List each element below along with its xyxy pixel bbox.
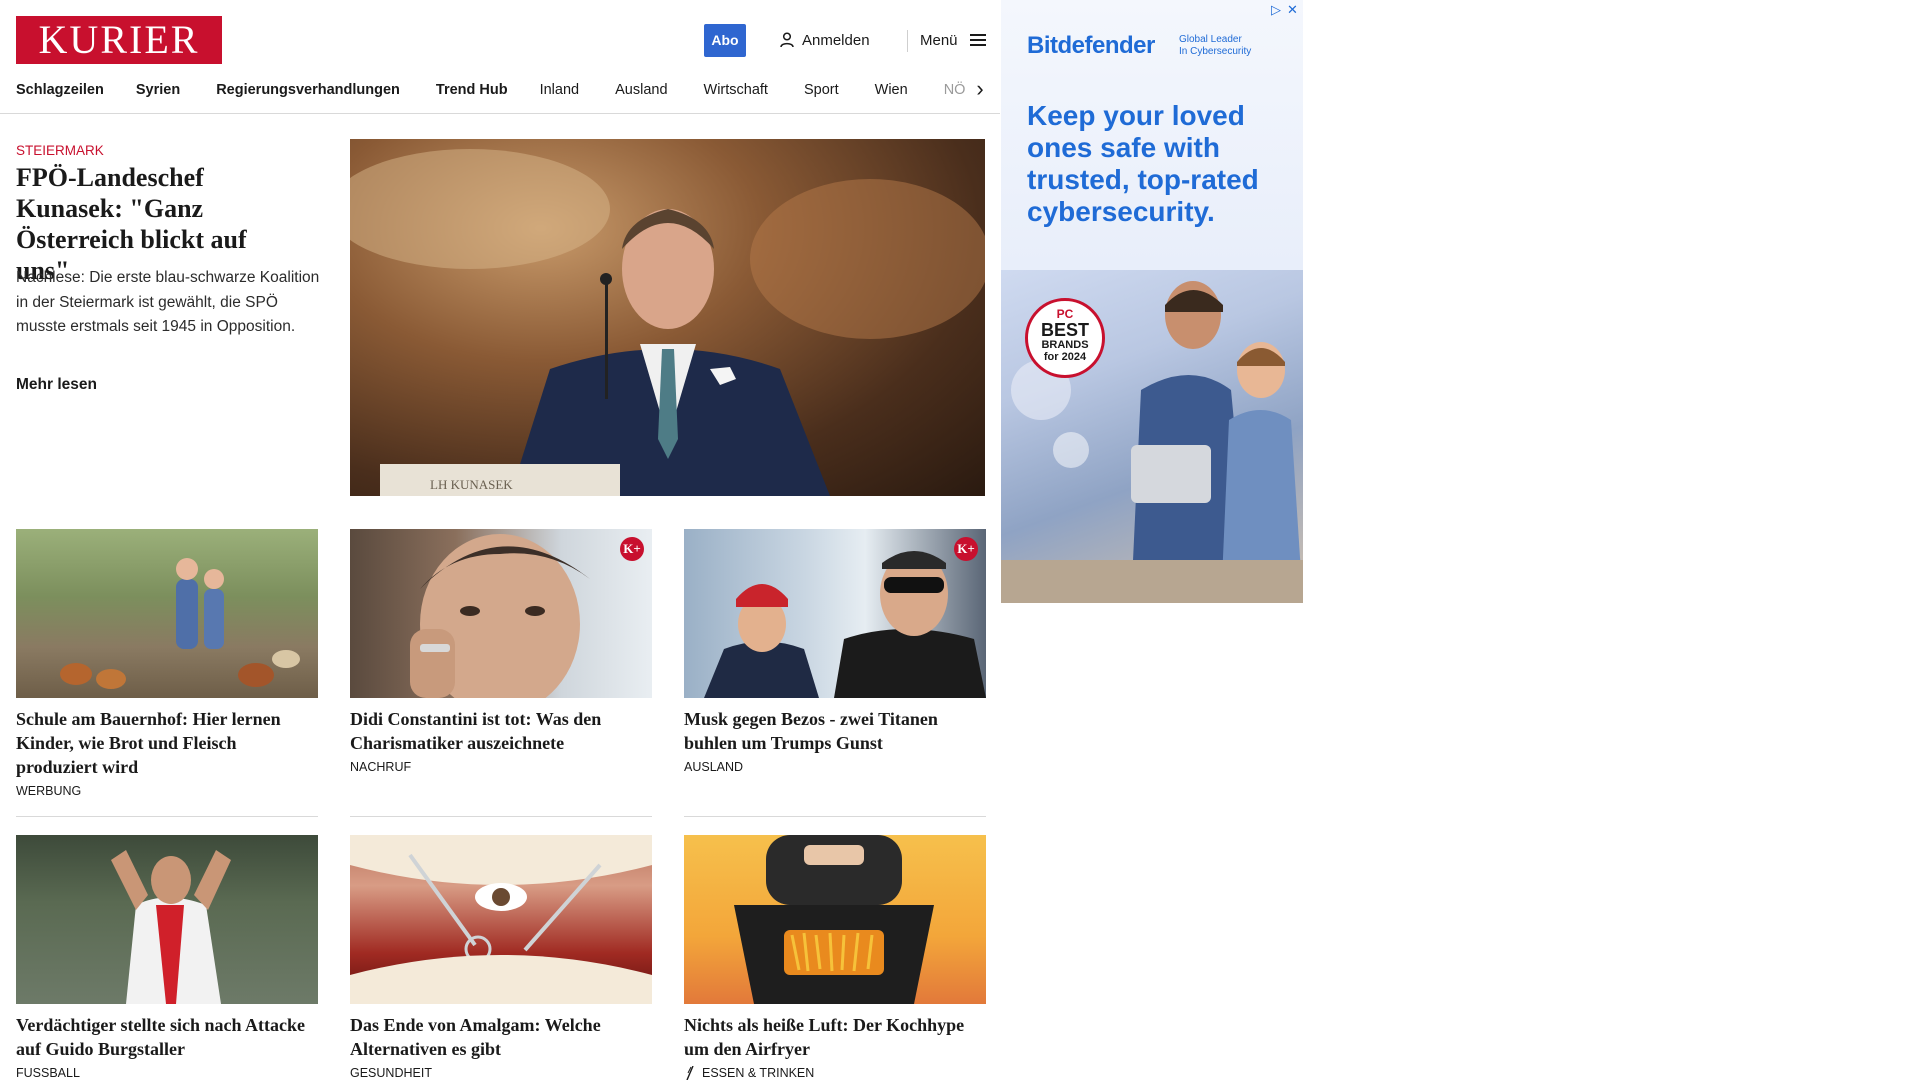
article-image[interactable] bbox=[350, 835, 652, 1004]
nav-item-noe[interactable]: NÖ bbox=[944, 82, 966, 98]
nav-item-sport[interactable]: Sport bbox=[804, 82, 839, 98]
advertisement[interactable]: ▷✕ Bitdefender Global Leader In Cybersec… bbox=[1001, 0, 1303, 603]
article-image[interactable] bbox=[16, 529, 318, 698]
ad-tagline-line: In Cybersecurity bbox=[1179, 46, 1252, 57]
ad-headline[interactable]: Keep your loved ones safe with trusted, … bbox=[1027, 100, 1287, 228]
category-label: WERBUNG bbox=[16, 784, 82, 798]
ad-tagline: Global Leader In Cybersecurity bbox=[1179, 34, 1251, 58]
site-header: KURIER Abo Anmelden Menü Schlagzeilen Sy… bbox=[0, 0, 1000, 114]
plus-badge: K+ bbox=[954, 537, 978, 561]
badge-year: for 2024 bbox=[1043, 351, 1087, 363]
article-card[interactable]: Schule am Bauernhof: Hier lernen Kinder,… bbox=[16, 529, 318, 798]
article-card[interactable]: Verdächtiger stellte sich nach Attacke a… bbox=[16, 835, 318, 1080]
row-divider bbox=[350, 816, 652, 817]
article-title[interactable]: Nichts als heiße Luft: Der Kochhype um d… bbox=[684, 1013, 986, 1061]
article-image[interactable] bbox=[684, 835, 986, 1004]
farm-illustration bbox=[60, 558, 300, 689]
nav-item-wirtschaft[interactable]: Wirtschaft bbox=[704, 82, 768, 98]
nav-item-ausland[interactable]: Ausland bbox=[615, 82, 667, 98]
article-title[interactable]: Verdächtiger stellte sich nach Attacke a… bbox=[16, 1013, 318, 1061]
row-divider bbox=[16, 816, 318, 817]
hero-teaser: Nachlese: Die erste blau-schwarze Koalit… bbox=[16, 269, 320, 335]
read-more-link[interactable]: Mehr lesen bbox=[16, 376, 97, 394]
article-title[interactable]: Musk gegen Bezos - zwei Titanen buhlen u… bbox=[684, 707, 986, 755]
nav-item-inland[interactable]: Inland bbox=[540, 82, 580, 98]
row-divider bbox=[684, 816, 986, 817]
category-label: GESUNDHEIT bbox=[350, 1066, 432, 1080]
badge-pc: PC bbox=[1056, 307, 1074, 321]
article-category: AUSLAND bbox=[684, 760, 986, 774]
hero-photo-illustration: LH KUNASEK bbox=[350, 149, 985, 496]
nav-item-regierungsverhandlungen[interactable]: Regierungsverhandlungen bbox=[216, 82, 400, 98]
hamburger-icon bbox=[969, 34, 986, 46]
article-card[interactable]: K+ Musk gegen Bezos - zwei Titanen buhle… bbox=[684, 529, 986, 774]
plus-badge: K+ bbox=[620, 537, 644, 561]
article-image[interactable] bbox=[16, 835, 318, 1004]
football-illustration bbox=[111, 850, 231, 1004]
dental-illustration bbox=[350, 835, 652, 1004]
chevron-right-icon[interactable]: › bbox=[966, 76, 994, 102]
header-divider bbox=[907, 30, 908, 52]
nameplate-text: LH KUNASEK bbox=[430, 477, 513, 492]
article-image[interactable]: K+ bbox=[350, 529, 652, 698]
category-label: ESSEN & TRINKEN bbox=[702, 1066, 815, 1080]
badge-best: BEST bbox=[1040, 320, 1089, 340]
article-title[interactable]: Didi Constantini ist tot: Was den Charis… bbox=[350, 707, 652, 755]
category-label: AUSLAND bbox=[684, 760, 744, 774]
article-card[interactable]: Nichts als heiße Luft: Der Kochhype um d… bbox=[684, 835, 986, 1080]
close-icon[interactable]: ▷✕ bbox=[1271, 2, 1303, 18]
site-logo[interactable]: KURIER bbox=[16, 16, 222, 64]
ad-tagline-line: Global Leader bbox=[1179, 34, 1242, 45]
article-card[interactable]: Das Ende von Amalgam: Welche Alternative… bbox=[350, 835, 652, 1080]
menu-label: Menü bbox=[920, 31, 958, 49]
article-title[interactable]: Schule am Bauernhof: Hier lernen Kinder,… bbox=[16, 707, 318, 779]
login-button[interactable]: Anmelden bbox=[780, 30, 870, 50]
article-category: FUSSBALL bbox=[16, 1066, 318, 1080]
badge-brands: BRANDS bbox=[1041, 339, 1089, 351]
hero-image[interactable]: LH KUNASEK bbox=[350, 139, 985, 496]
best-brands-badge: PC BEST BRANDS for 2024 bbox=[1025, 298, 1105, 378]
login-label: Anmelden bbox=[802, 31, 870, 49]
article-category: GESUNDHEIT bbox=[350, 1066, 652, 1080]
category-label: NACHRUF bbox=[350, 760, 412, 774]
nav-item-syrien[interactable]: Syrien bbox=[136, 82, 180, 98]
category-label: FUSSBALL bbox=[16, 1066, 80, 1080]
ad-brand-logo[interactable]: Bitdefender bbox=[1027, 32, 1155, 60]
portrait-illustration bbox=[410, 534, 590, 698]
article-category: WERBUNG bbox=[16, 784, 318, 798]
article-title[interactable]: Das Ende von Amalgam: Welche Alternative… bbox=[350, 1013, 652, 1061]
nav-item-trend-hub[interactable]: Trend Hub bbox=[436, 82, 508, 98]
ad-image[interactable]: PC BEST BRANDS for 2024 bbox=[1001, 270, 1303, 603]
menu-button[interactable]: Menü bbox=[920, 30, 986, 50]
politicians-illustration bbox=[704, 551, 986, 698]
nav-item-schlagzeilen[interactable]: Schlagzeilen bbox=[16, 82, 104, 98]
nav-item-wien[interactable]: Wien bbox=[875, 82, 908, 98]
article-card[interactable]: K+ Didi Constantini ist tot: Was den Cha… bbox=[350, 529, 652, 774]
article-category: ESSEN & TRINKEN bbox=[684, 1066, 986, 1080]
user-icon bbox=[780, 32, 794, 48]
abo-button[interactable]: Abo bbox=[704, 24, 746, 57]
category-nav: Schlagzeilen Syrien Regierungsverhandlun… bbox=[16, 78, 986, 102]
airfryer-illustration bbox=[734, 835, 934, 1004]
article-category: NACHRUF bbox=[350, 760, 652, 774]
fork-icon bbox=[686, 1066, 694, 1080]
hero-kicker[interactable]: STEIERMARK bbox=[16, 143, 104, 158]
article-image[interactable]: K+ bbox=[684, 529, 986, 698]
